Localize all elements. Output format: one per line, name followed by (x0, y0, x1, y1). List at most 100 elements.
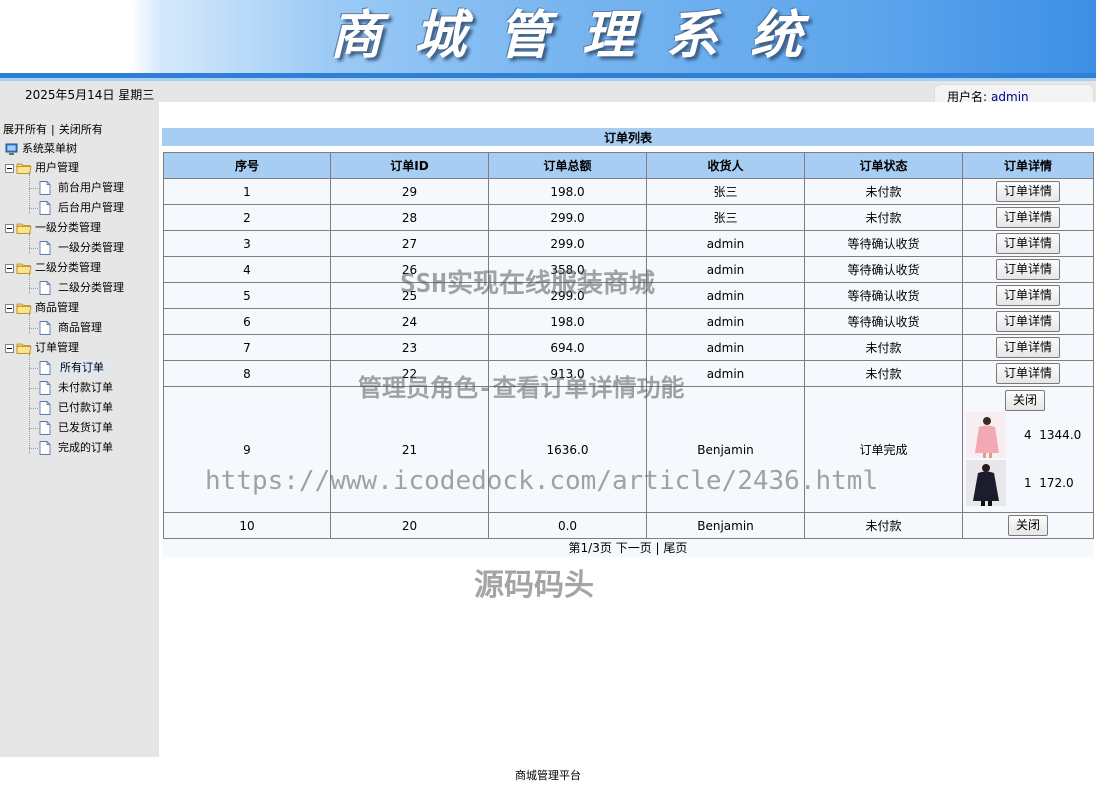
sidebar-group-1[interactable]: 一级分类管理 (5, 220, 101, 236)
sidebar-item-0-1[interactable]: 后台用户管理 (39, 200, 124, 216)
collapse-toggle-icon[interactable] (5, 163, 14, 173)
last-page-link[interactable]: 尾页 (663, 541, 687, 555)
collapse-toggle-icon[interactable] (5, 263, 14, 273)
cell-total: 694.0 (488, 334, 647, 361)
sidebar-item-4-3[interactable]: 已发货订单 (39, 420, 113, 436)
app-window: 商城管理系统 2025年5月14日 星期三 用户名: admin 展开所有 | 关闭所… (0, 0, 1096, 800)
order-item: 4 1344.0 (966, 411, 1090, 458)
tree-connector (29, 428, 38, 429)
cell-order-id: 29 (330, 178, 489, 205)
order-item-info: 1 172.0 (1024, 476, 1074, 490)
cell-no: 6 (163, 308, 331, 335)
expand-all-link[interactable]: 展开所有 (3, 123, 47, 136)
order-detail-button[interactable]: 订单详情 (995, 259, 1060, 280)
sidebar-item-3-0[interactable]: 商品管理 (39, 320, 102, 336)
file-icon (39, 421, 51, 435)
cell-no: 4 (163, 256, 331, 283)
collapse-all-link[interactable]: 关闭所有 (59, 123, 103, 136)
cell-order-id: 24 (330, 308, 489, 335)
close-detail-button[interactable]: 关闭 (1007, 515, 1048, 536)
collapse-toggle-icon[interactable] (5, 303, 14, 313)
col-header-no: 序号 (163, 152, 331, 179)
sidebar-item-label: 商品管理 (58, 321, 102, 334)
table-row: 1 29 198.0 张三 未付款 订单详情 (163, 178, 1094, 205)
cell-order-id: 23 (330, 334, 489, 361)
file-icon (39, 281, 51, 295)
cell-detail: 订单详情 (962, 230, 1094, 257)
order-detail-button[interactable]: 订单详情 (995, 233, 1060, 254)
system-title: 商城管理系统 (330, 5, 835, 66)
cell-order-id: 28 (330, 204, 489, 231)
logo-area (0, 8, 133, 60)
cell-no: 5 (163, 282, 331, 309)
sidebar-group-2[interactable]: 二级分类管理 (5, 260, 101, 276)
cell-receiver: 张三 (646, 178, 805, 205)
file-icon (39, 241, 51, 255)
cell-total: 198.0 (488, 178, 647, 205)
sidebar-item-4-1[interactable]: 未付款订单 (39, 380, 113, 396)
next-page-link[interactable]: 下一页 (616, 541, 652, 555)
cell-no: 3 (163, 230, 331, 257)
cell-detail: 订单详情 (962, 204, 1094, 231)
table-row: 10 20 0.0 Benjamin 未付款 关闭 (163, 512, 1094, 539)
sidebar-item-label: 后台用户管理 (58, 201, 124, 214)
sidebar-group-0[interactable]: 用户管理 (5, 160, 79, 176)
order-detail-button[interactable]: 订单详情 (995, 363, 1060, 384)
table-row: 7 23 694.0 admin 未付款 订单详情 (163, 334, 1094, 361)
sidebar-item-2-0[interactable]: 二级分类管理 (39, 280, 124, 296)
product-thumbnail[interactable] (966, 411, 1006, 458)
sidebar-item-1-0[interactable]: 一级分类管理 (39, 240, 124, 256)
order-detail-button[interactable]: 订单详情 (995, 285, 1060, 306)
table-row: 2 28 299.0 张三 未付款 订单详情 (163, 204, 1094, 231)
cell-no: 8 (163, 360, 331, 387)
order-detail-panel: 关闭 4 1344.0 1 172.0 (963, 388, 1093, 512)
cell-status: 未付款 (804, 334, 963, 361)
sidebar-item-0-0[interactable]: 前台用户管理 (39, 180, 124, 196)
product-thumbnail[interactable] (966, 459, 1006, 506)
cell-order-id: 26 (330, 256, 489, 283)
order-detail-button[interactable]: 订单详情 (995, 207, 1060, 228)
sidebar-group-label: 二级分类管理 (35, 261, 101, 274)
order-item-qty: 4 (1024, 427, 1032, 442)
cell-no: 2 (163, 204, 331, 231)
table-header-row: 序号 订单ID 订单总额 收货人 订单状态 订单详情 (163, 152, 1094, 179)
tree-controls: 展开所有 | 关闭所有 (3, 121, 103, 137)
folder-icon (16, 303, 32, 314)
sidebar-group-4[interactable]: 订单管理 (5, 340, 79, 356)
cell-no: 9 (163, 386, 331, 513)
tree-connector (29, 354, 30, 454)
tree-connector (29, 274, 30, 294)
tree-root[interactable]: 系统菜单树 (5, 140, 77, 156)
file-icon (39, 321, 51, 335)
sidebar-item-4-4[interactable]: 完成的订单 (39, 440, 113, 456)
tree-connector (29, 328, 38, 329)
cell-receiver: admin (646, 230, 805, 257)
table-row: 9 21 1636.0 Benjamin 订单完成 关闭 4 1344.0 1 172.0 (163, 386, 1094, 513)
table-title: 订单列表 (161, 127, 1095, 147)
tree-connector (29, 248, 38, 249)
col-header-receiver: 收货人 (646, 152, 805, 179)
sidebar-item-4-2[interactable]: 已付款订单 (39, 400, 113, 416)
folder-icon (16, 223, 32, 234)
order-detail-button[interactable]: 订单详情 (995, 181, 1060, 202)
sidebar-group-3[interactable]: 商品管理 (5, 300, 79, 316)
close-detail-button[interactable]: 关闭 (1005, 389, 1046, 411)
page-info: 第1/3页 (568, 541, 612, 555)
order-detail-button[interactable]: 订单详情 (995, 311, 1060, 332)
sidebar-item-label: 二级分类管理 (58, 281, 124, 294)
cell-total: 299.0 (488, 204, 647, 231)
cell-order-id: 22 (330, 360, 489, 387)
cell-receiver: Benjamin (646, 386, 805, 513)
sidebar-item-4-0[interactable]: 所有订单 (39, 360, 106, 376)
collapse-toggle-icon[interactable] (5, 343, 14, 353)
computer-icon (5, 143, 18, 155)
order-detail-button[interactable]: 订单详情 (995, 337, 1060, 358)
cell-total: 299.0 (488, 230, 647, 257)
cell-total: 1636.0 (488, 386, 647, 513)
col-header-total: 订单总额 (488, 152, 647, 179)
cell-detail: 订单详情 (962, 256, 1094, 283)
cell-total: 0.0 (488, 512, 647, 539)
tree-connector (29, 388, 38, 389)
cell-status: 未付款 (804, 204, 963, 231)
collapse-toggle-icon[interactable] (5, 223, 14, 233)
